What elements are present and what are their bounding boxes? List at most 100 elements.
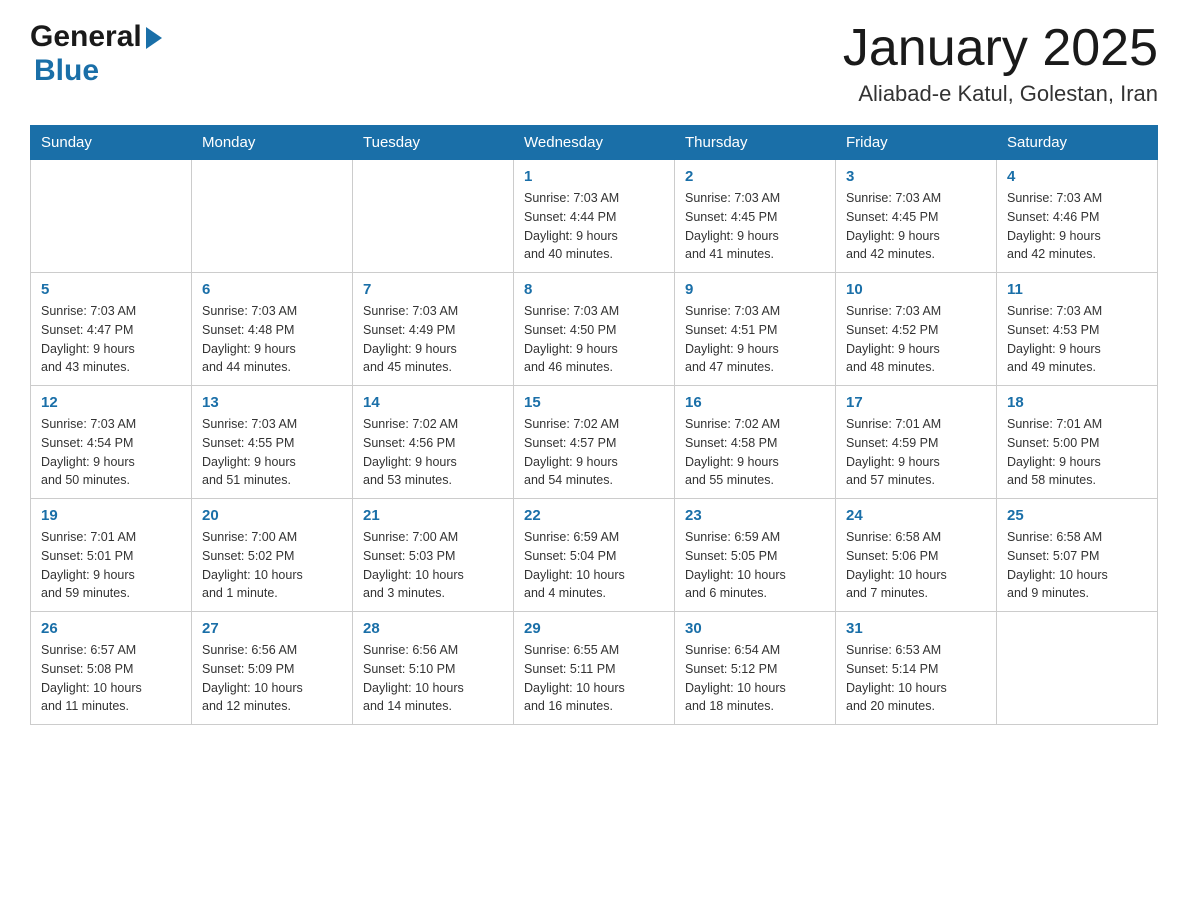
calendar-cell: 10 Sunrise: 7:03 AM Sunset: 4:52 PM Dayli… — [836, 273, 997, 386]
calendar-cell — [31, 160, 192, 273]
calendar-day-header: Thursday — [675, 126, 836, 160]
logo: General Blue — [30, 20, 162, 88]
day-number: 21 — [363, 507, 503, 524]
calendar-cell: 1Sunrise: 7:03 AM Sunset: 4:44 PM Daylig… — [514, 160, 675, 273]
day-info: Sunrise: 7:02 AM Sunset: 4:58 PM Dayligh… — [685, 415, 825, 490]
day-info: Sunrise: 6:53 AM Sunset: 5:14 PM Dayligh… — [846, 641, 986, 716]
day-info: Sunrise: 6:56 AM Sunset: 5:09 PM Dayligh… — [202, 641, 342, 716]
day-info: Sunrise: 6:55 AM Sunset: 5:11 PM Dayligh… — [524, 641, 664, 716]
day-info: Sunrise: 6:54 AM Sunset: 5:12 PM Dayligh… — [685, 641, 825, 716]
page-header: General Blue January 2025 Aliabad-e Katu… — [30, 20, 1158, 107]
calendar-cell: 18 Sunrise: 7:01 AM Sunset: 5:00 PM Dayli… — [997, 386, 1158, 499]
calendar-cell: 8 Sunrise: 7:03 AM Sunset: 4:50 PM Daylig… — [514, 273, 675, 386]
calendar-cell: 7 Sunrise: 7:03 AM Sunset: 4:49 PM Daylig… — [353, 273, 514, 386]
day-info: Sunrise: 7:00 AM Sunset: 5:02 PM Dayligh… — [202, 528, 342, 603]
calendar-cell: 14Sunrise: 7:02 AM Sunset: 4:56 PM Dayli… — [353, 386, 514, 499]
logo-blue-text: Blue — [34, 54, 99, 87]
day-info: Sunrise: 7:00 AM Sunset: 5:03 PM Dayligh… — [363, 528, 503, 603]
day-info: Sunrise: 7:01 AM Sunset: 5:01 PM Dayligh… — [41, 528, 181, 603]
day-info: Sunrise: 7:03 AM Sunset: 4:53 PM Dayligh… — [1007, 302, 1147, 377]
month-title: January 2025 — [843, 20, 1158, 77]
calendar-cell: 22Sunrise: 6:59 AM Sunset: 5:04 PM Dayli… — [514, 499, 675, 612]
calendar-cell: 2 Sunrise: 7:03 AM Sunset: 4:45 PM Daylig… — [675, 160, 836, 273]
day-info: Sunrise: 6:59 AM Sunset: 5:05 PM Dayligh… — [685, 528, 825, 603]
calendar-cell: 30 Sunrise: 6:54 AM Sunset: 5:12 PM Dayli… — [675, 612, 836, 725]
calendar-cell: 23 Sunrise: 6:59 AM Sunset: 5:05 PM Dayli… — [675, 499, 836, 612]
day-number: 5 — [41, 281, 181, 298]
day-info: Sunrise: 7:03 AM Sunset: 4:55 PM Dayligh… — [202, 415, 342, 490]
calendar-day-header: Saturday — [997, 126, 1158, 160]
calendar-week-row: 26Sunrise: 6:57 AM Sunset: 5:08 PM Dayli… — [31, 612, 1158, 725]
day-number: 23 — [685, 507, 825, 524]
day-info: Sunrise: 7:03 AM Sunset: 4:50 PM Dayligh… — [524, 302, 664, 377]
day-number: 12 — [41, 394, 181, 411]
calendar-cell: 13 Sunrise: 7:03 AM Sunset: 4:55 PM Dayli… — [192, 386, 353, 499]
day-number: 16 — [685, 394, 825, 411]
calendar-cell: 20 Sunrise: 7:00 AM Sunset: 5:02 PM Dayli… — [192, 499, 353, 612]
calendar-header-row: SundayMondayTuesdayWednesdayThursdayFrid… — [31, 126, 1158, 160]
day-number: 26 — [41, 620, 181, 637]
day-info: Sunrise: 7:03 AM Sunset: 4:47 PM Dayligh… — [41, 302, 181, 377]
day-number: 7 — [363, 281, 503, 298]
day-number: 9 — [685, 281, 825, 298]
calendar-day-header: Wednesday — [514, 126, 675, 160]
day-number: 8 — [524, 281, 664, 298]
day-info: Sunrise: 6:58 AM Sunset: 5:06 PM Dayligh… — [846, 528, 986, 603]
title-block: January 2025 Aliabad-e Katul, Golestan, … — [843, 20, 1158, 107]
day-number: 1 — [524, 168, 664, 185]
day-number: 31 — [846, 620, 986, 637]
day-number: 25 — [1007, 507, 1147, 524]
day-info: Sunrise: 6:58 AM Sunset: 5:07 PM Dayligh… — [1007, 528, 1147, 603]
calendar-cell: 15Sunrise: 7:02 AM Sunset: 4:57 PM Dayli… — [514, 386, 675, 499]
day-info: Sunrise: 7:03 AM Sunset: 4:51 PM Dayligh… — [685, 302, 825, 377]
day-number: 19 — [41, 507, 181, 524]
calendar-cell: 6Sunrise: 7:03 AM Sunset: 4:48 PM Daylig… — [192, 273, 353, 386]
day-number: 14 — [363, 394, 503, 411]
calendar-cell: 11 Sunrise: 7:03 AM Sunset: 4:53 PM Dayli… — [997, 273, 1158, 386]
day-info: Sunrise: 7:03 AM Sunset: 4:46 PM Dayligh… — [1007, 189, 1147, 264]
calendar-day-header: Sunday — [31, 126, 192, 160]
day-number: 24 — [846, 507, 986, 524]
day-number: 11 — [1007, 281, 1147, 298]
calendar-cell: 19 Sunrise: 7:01 AM Sunset: 5:01 PM Dayli… — [31, 499, 192, 612]
logo-general-text: General — [30, 20, 142, 54]
day-number: 22 — [524, 507, 664, 524]
calendar-week-row: 1Sunrise: 7:03 AM Sunset: 4:44 PM Daylig… — [31, 160, 1158, 273]
day-number: 18 — [1007, 394, 1147, 411]
day-number: 30 — [685, 620, 825, 637]
day-number: 4 — [1007, 168, 1147, 185]
calendar-cell: 21 Sunrise: 7:00 AM Sunset: 5:03 PM Dayli… — [353, 499, 514, 612]
calendar-cell: 25 Sunrise: 6:58 AM Sunset: 5:07 PM Dayli… — [997, 499, 1158, 612]
day-number: 15 — [524, 394, 664, 411]
calendar-cell: 12Sunrise: 7:03 AM Sunset: 4:54 PM Dayli… — [31, 386, 192, 499]
calendar-cell: 16 Sunrise: 7:02 AM Sunset: 4:58 PM Dayli… — [675, 386, 836, 499]
calendar-cell: 4 Sunrise: 7:03 AM Sunset: 4:46 PM Daylig… — [997, 160, 1158, 273]
day-info: Sunrise: 6:56 AM Sunset: 5:10 PM Dayligh… — [363, 641, 503, 716]
calendar-cell: 29 Sunrise: 6:55 AM Sunset: 5:11 PM Dayli… — [514, 612, 675, 725]
day-number: 10 — [846, 281, 986, 298]
day-number: 20 — [202, 507, 342, 524]
day-info: Sunrise: 7:03 AM Sunset: 4:45 PM Dayligh… — [846, 189, 986, 264]
day-number: 29 — [524, 620, 664, 637]
day-info: Sunrise: 7:03 AM Sunset: 4:48 PM Dayligh… — [202, 302, 342, 377]
calendar-day-header: Monday — [192, 126, 353, 160]
day-info: Sunrise: 7:03 AM Sunset: 4:45 PM Dayligh… — [685, 189, 825, 264]
day-number: 3 — [846, 168, 986, 185]
location-title: Aliabad-e Katul, Golestan, Iran — [843, 81, 1158, 107]
calendar-day-header: Tuesday — [353, 126, 514, 160]
day-number: 27 — [202, 620, 342, 637]
calendar-cell: 28 Sunrise: 6:56 AM Sunset: 5:10 PM Dayli… — [353, 612, 514, 725]
day-number: 2 — [685, 168, 825, 185]
day-info: Sunrise: 7:01 AM Sunset: 5:00 PM Dayligh… — [1007, 415, 1147, 490]
calendar-cell: 5 Sunrise: 7:03 AM Sunset: 4:47 PM Daylig… — [31, 273, 192, 386]
day-number: 17 — [846, 394, 986, 411]
day-number: 28 — [363, 620, 503, 637]
calendar-cell: 17Sunrise: 7:01 AM Sunset: 4:59 PM Dayli… — [836, 386, 997, 499]
day-number: 13 — [202, 394, 342, 411]
day-info: Sunrise: 7:03 AM Sunset: 4:49 PM Dayligh… — [363, 302, 503, 377]
calendar-cell — [997, 612, 1158, 725]
calendar-week-row: 12Sunrise: 7:03 AM Sunset: 4:54 PM Dayli… — [31, 386, 1158, 499]
day-info: Sunrise: 7:03 AM Sunset: 4:52 PM Dayligh… — [846, 302, 986, 377]
calendar-cell — [192, 160, 353, 273]
calendar-cell: 26Sunrise: 6:57 AM Sunset: 5:08 PM Dayli… — [31, 612, 192, 725]
